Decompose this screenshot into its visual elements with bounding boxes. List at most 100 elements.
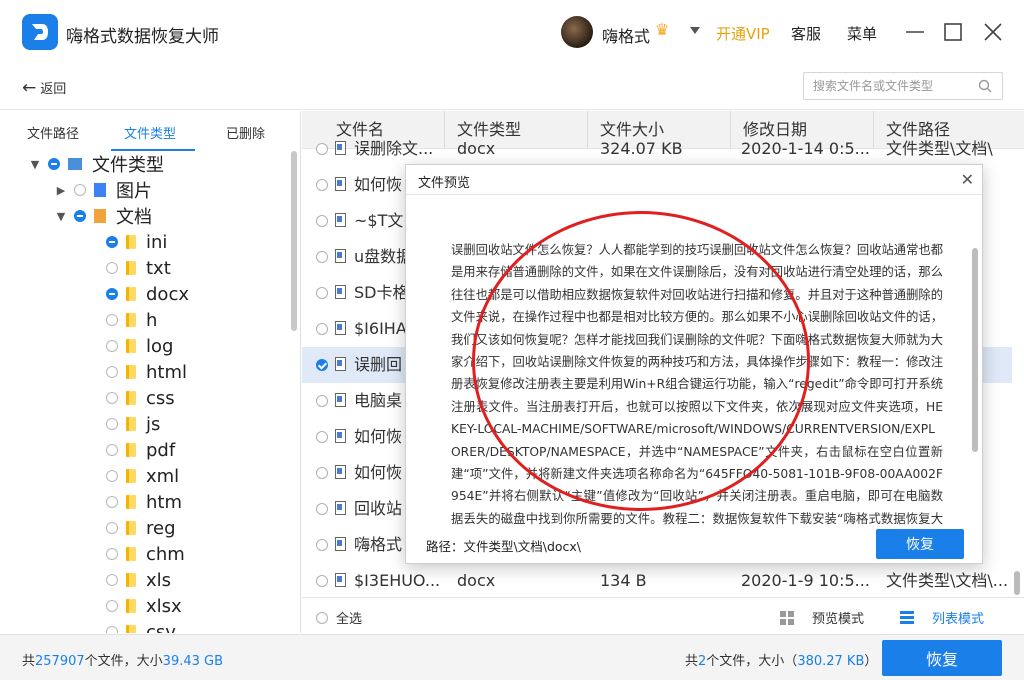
- username[interactable]: 嗨格式: [602, 23, 650, 47]
- tree-checkbox[interactable]: [106, 600, 118, 612]
- tree-node[interactable]: xml: [100, 463, 179, 489]
- tree-checkbox[interactable]: [106, 418, 118, 430]
- tree-node[interactable]: csv: [100, 619, 176, 633]
- expand-arrow-icon[interactable]: ▶: [54, 184, 68, 197]
- row-checkbox[interactable]: [316, 395, 328, 407]
- file-type-icon: [68, 158, 82, 170]
- dialog-close-icon[interactable]: ✕: [961, 170, 974, 189]
- table-row[interactable]: $I3EHUO... docx 134 B 2020-1-9 10:5... 文件类型\…: [302, 563, 1012, 599]
- search-icon[interactable]: [978, 79, 992, 93]
- dialog-recover-button[interactable]: 恢复: [876, 529, 964, 559]
- service-button[interactable]: 客服: [791, 23, 821, 44]
- folder-icon: [126, 547, 136, 561]
- tree-node[interactable]: js: [100, 411, 160, 437]
- search-box[interactable]: [803, 72, 1003, 100]
- tree-checkbox[interactable]: [48, 158, 60, 170]
- select-all-radio[interactable]: [316, 611, 328, 624]
- tree-node-label: csv: [146, 621, 176, 634]
- tree-checkbox[interactable]: [106, 366, 118, 378]
- tree-node[interactable]: reg: [100, 515, 176, 541]
- tab-file-type[interactable]: 文件类型: [124, 123, 176, 142]
- row-checkbox[interactable]: [316, 287, 328, 299]
- tree-checkbox[interactable]: [106, 340, 118, 352]
- total-prefix: 共: [22, 654, 36, 669]
- tree-node-label: xls: [146, 569, 172, 591]
- tree-checkbox[interactable]: [106, 548, 118, 560]
- menu-button[interactable]: 菜单: [847, 23, 877, 44]
- close-window-button[interactable]: [981, 20, 1005, 44]
- tree-checkbox[interactable]: [106, 496, 118, 508]
- row-checkbox[interactable]: [316, 539, 328, 551]
- folder-icon: [126, 261, 136, 275]
- dialog-scrollbar[interactable]: [972, 248, 978, 452]
- collapse-arrow-icon[interactable]: ▼: [28, 158, 42, 171]
- user-avatar[interactable]: [561, 16, 593, 48]
- tree-node-label: chm: [146, 543, 185, 565]
- tree-checkbox[interactable]: [74, 184, 86, 196]
- cell-name: 误删除文...: [354, 139, 434, 158]
- row-checkbox[interactable]: [316, 179, 328, 191]
- document-icon: [335, 177, 346, 191]
- user-dropdown-icon[interactable]: [690, 27, 700, 34]
- document-icon: [335, 429, 346, 443]
- list-scrollbar[interactable]: [1014, 571, 1020, 595]
- tree-checkbox[interactable]: [106, 470, 118, 482]
- row-checkbox[interactable]: [316, 143, 328, 155]
- tree-node[interactable]: txt: [100, 255, 171, 281]
- tree-node[interactable]: chm: [100, 541, 185, 567]
- tree-node[interactable]: css: [100, 385, 175, 411]
- status-bar: 共257907个文件，大小39.43 GB 共2个文件，大小（380.27 KB…: [0, 634, 1024, 680]
- tab-deleted[interactable]: 已删除: [226, 123, 265, 142]
- document-icon: [335, 249, 346, 263]
- recover-button[interactable]: 恢复: [882, 640, 1002, 676]
- tree-node[interactable]: ▶ 图片: [54, 177, 152, 203]
- file-preview-dialog: 文件预览 ✕ 误删回收站文件怎么恢复？人人都能学到的技巧误删回收站文件怎么恢复？…: [405, 164, 983, 564]
- row-checkbox[interactable]: [316, 359, 328, 371]
- sidebar-scrollbar[interactable]: [291, 151, 297, 331]
- minimize-button[interactable]: [903, 20, 927, 44]
- tree-node[interactable]: ini: [100, 229, 167, 255]
- table-row[interactable]: 误删除文... docx 324.07 KB 2020-1-14 0:5... 文件类型…: [302, 131, 1012, 167]
- tree-node[interactable]: ▼ 文档: [54, 203, 152, 229]
- row-checkbox[interactable]: [316, 251, 328, 263]
- row-checkbox[interactable]: [316, 323, 328, 335]
- tree-node[interactable]: ▼ 文件类型: [28, 151, 164, 177]
- tree-checkbox[interactable]: [106, 314, 118, 326]
- collapse-arrow-icon[interactable]: ▼: [54, 210, 68, 223]
- tree-node[interactable]: xls: [100, 567, 171, 593]
- row-checkbox[interactable]: [316, 467, 328, 479]
- preview-mode-button[interactable]: 预览模式: [780, 608, 864, 627]
- tree-node[interactable]: log: [100, 333, 173, 359]
- document-icon: [335, 465, 346, 479]
- tree-node[interactable]: xlsx: [100, 593, 182, 619]
- row-checkbox[interactable]: [316, 215, 328, 227]
- tree-checkbox[interactable]: [106, 522, 118, 534]
- row-checkbox[interactable]: [316, 431, 328, 443]
- tree-checkbox[interactable]: [106, 574, 118, 586]
- tree-node[interactable]: html: [100, 359, 187, 385]
- cell-size: 134 B: [600, 571, 647, 590]
- maximize-button[interactable]: [941, 20, 965, 44]
- tree-node-label: 文件类型: [92, 155, 164, 176]
- path-value: 文件类型\文档\docx\: [463, 539, 582, 554]
- row-checkbox[interactable]: [316, 503, 328, 515]
- tree-node[interactable]: docx: [100, 281, 189, 307]
- tree-node[interactable]: pdf: [100, 437, 175, 463]
- document-icon: [335, 501, 346, 515]
- back-button[interactable]: ← 返回: [22, 78, 66, 98]
- row-checkbox[interactable]: [316, 575, 328, 587]
- tree-checkbox[interactable]: [106, 392, 118, 404]
- list-mode-button[interactable]: 列表模式: [900, 608, 984, 627]
- search-input[interactable]: [804, 73, 969, 99]
- tree-checkbox[interactable]: [106, 288, 118, 300]
- tree-checkbox[interactable]: [74, 210, 86, 222]
- tree-checkbox[interactable]: [106, 236, 118, 248]
- tree-checkbox[interactable]: [106, 444, 118, 456]
- vip-button[interactable]: 开通VIP: [716, 23, 770, 44]
- tab-file-path[interactable]: 文件路径: [27, 123, 79, 142]
- tree-checkbox[interactable]: [106, 262, 118, 274]
- select-all-checkbox[interactable]: 全选: [316, 608, 362, 627]
- tree-checkbox[interactable]: [106, 626, 118, 633]
- tree-node[interactable]: htm: [100, 489, 182, 515]
- tree-node[interactable]: h: [100, 307, 157, 333]
